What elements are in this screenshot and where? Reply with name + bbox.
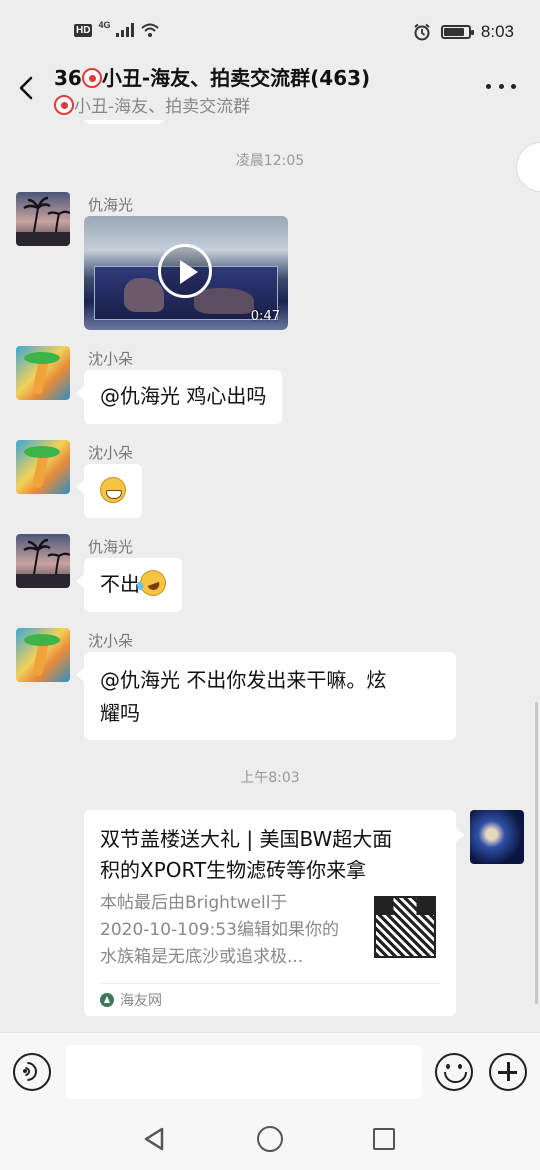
signal-icon <box>116 23 135 37</box>
emoji-picker-icon[interactable] <box>435 1053 473 1091</box>
message-bubble[interactable]: 不出 <box>76 558 182 612</box>
sender-name: 仇海光 <box>88 196 134 214</box>
scrollbar[interactable] <box>535 702 538 1004</box>
avatar-qiu-haiguang[interactable] <box>16 534 70 588</box>
link-card-title-line: 双节盖楼送大礼 | 美国BW超大面 <box>100 827 393 851</box>
play-icon[interactable] <box>158 244 212 298</box>
message-bubble[interactable]: @仇海光 不出你发出来干嘛。炫 耀吗 <box>76 652 456 740</box>
message-input[interactable] <box>66 1045 421 1099</box>
clock: 8:03 <box>480 22 514 41</box>
sender-name: 沈小朵 <box>88 350 134 368</box>
link-card-title: 双节盖楼送大礼 | 美国BW超大面 积的XPORT生物滤砖等你来拿 <box>100 824 444 886</box>
network-type: 4G <box>98 20 111 30</box>
qr-code-thumbnail <box>374 896 436 958</box>
status-bar: HD 4G 8:03 <box>0 0 540 62</box>
battery-fill <box>443 28 464 36</box>
avatar-self[interactable] <box>470 810 524 864</box>
link-card-source-name: 海友网 <box>120 993 162 1009</box>
chat-header: 36 小丑-海友、拍卖交流群(463) 小丑-海友、拍卖交流群 <box>0 56 540 120</box>
avatar-shen-xiaoduo[interactable] <box>16 628 70 682</box>
message-text: 不出 <box>100 572 140 596</box>
video-duration: 0:47 <box>250 309 280 324</box>
system-nav-bar <box>0 1112 540 1170</box>
video-thumbnail-rock <box>124 278 164 312</box>
status-right: 8:03 <box>413 22 514 42</box>
status-left: HD 4G <box>74 20 160 38</box>
hd-badge: HD <box>74 23 93 37</box>
message-bubble[interactable]: @仇海光 鸡心出吗 <box>75 370 283 424</box>
video-thumbnail-rock <box>194 288 254 314</box>
timestamp: 上午8:03 <box>240 770 300 786</box>
link-card-description-line: 本帖最后由Brightwell于 <box>100 893 288 913</box>
wifi-icon <box>141 23 160 37</box>
more-options-icon[interactable] <box>486 76 516 96</box>
message-list[interactable]: 凌晨12:05 仇海光 0:47 沈小朵 @仇海光 鸡心出吗 沈小朵 仇海光 不… <box>0 120 540 1032</box>
nav-back-icon[interactable] <box>142 1126 168 1152</box>
back-arrow-icon[interactable] <box>16 74 40 102</box>
chat-title-prefix: 36 <box>54 66 82 90</box>
clown-emoji-icon <box>54 95 74 115</box>
chat-subtitle-text: 小丑-海友、拍卖交流群 <box>74 97 251 117</box>
source-logo-icon <box>100 993 114 1007</box>
input-bar <box>0 1032 540 1112</box>
sender-name: 仇海光 <box>88 538 134 556</box>
more-functions-icon[interactable] <box>489 1053 527 1091</box>
link-card-title-line: 积的XPORT生物滤砖等你来拿 <box>100 858 367 882</box>
link-card-description-line: 2020-10-109:53编辑如果你的 <box>100 920 339 940</box>
sender-name: 沈小朵 <box>88 632 134 650</box>
chat-title: 36 小丑-海友、拍卖交流群(463) <box>54 62 370 91</box>
voice-input-icon[interactable] <box>13 1053 51 1091</box>
avatar-qiu-haiguang[interactable] <box>16 192 70 246</box>
avatar-shen-xiaoduo[interactable] <box>16 440 70 494</box>
timestamp: 凌晨12:05 <box>235 153 305 169</box>
card-divider <box>100 983 440 984</box>
nav-recent-apps-icon[interactable] <box>373 1128 395 1150</box>
link-card[interactable]: 双节盖楼送大礼 | 美国BW超大面 积的XPORT生物滤砖等你来拿 本帖最后由B… <box>84 810 464 1016</box>
battery-icon <box>440 25 474 39</box>
message-text: @仇海光 鸡心出吗 <box>100 384 267 408</box>
chat-title-text: 小丑-海友、拍卖交流群(463) <box>101 66 371 90</box>
avatar-shen-xiaoduo[interactable] <box>16 346 70 400</box>
message-text-line: @仇海光 不出你发出来干嘛。炫 <box>100 668 387 692</box>
message-text-line: 耀吗 <box>100 701 140 725</box>
message-bubble[interactable] <box>76 464 142 518</box>
previous-message-bubble[interactable] <box>84 120 164 124</box>
chat-subtitle: 小丑-海友、拍卖交流群 <box>54 92 250 117</box>
link-card-description-line: 水族箱是无底沙或追求极... <box>100 947 304 967</box>
alarm-icon <box>414 23 430 41</box>
link-card-description: 本帖最后由Brightwell于 2020-10-109:53编辑如果你的 水族… <box>100 890 350 971</box>
clown-emoji-icon <box>81 68 102 88</box>
sender-name: 沈小朵 <box>88 444 134 462</box>
grinning-face-icon <box>100 477 126 503</box>
link-card-source: 海友网 <box>100 990 162 1010</box>
nav-home-icon[interactable] <box>257 1126 283 1152</box>
video-message[interactable]: 0:47 <box>84 216 288 330</box>
rolling-laughing-face-icon <box>136 566 170 600</box>
